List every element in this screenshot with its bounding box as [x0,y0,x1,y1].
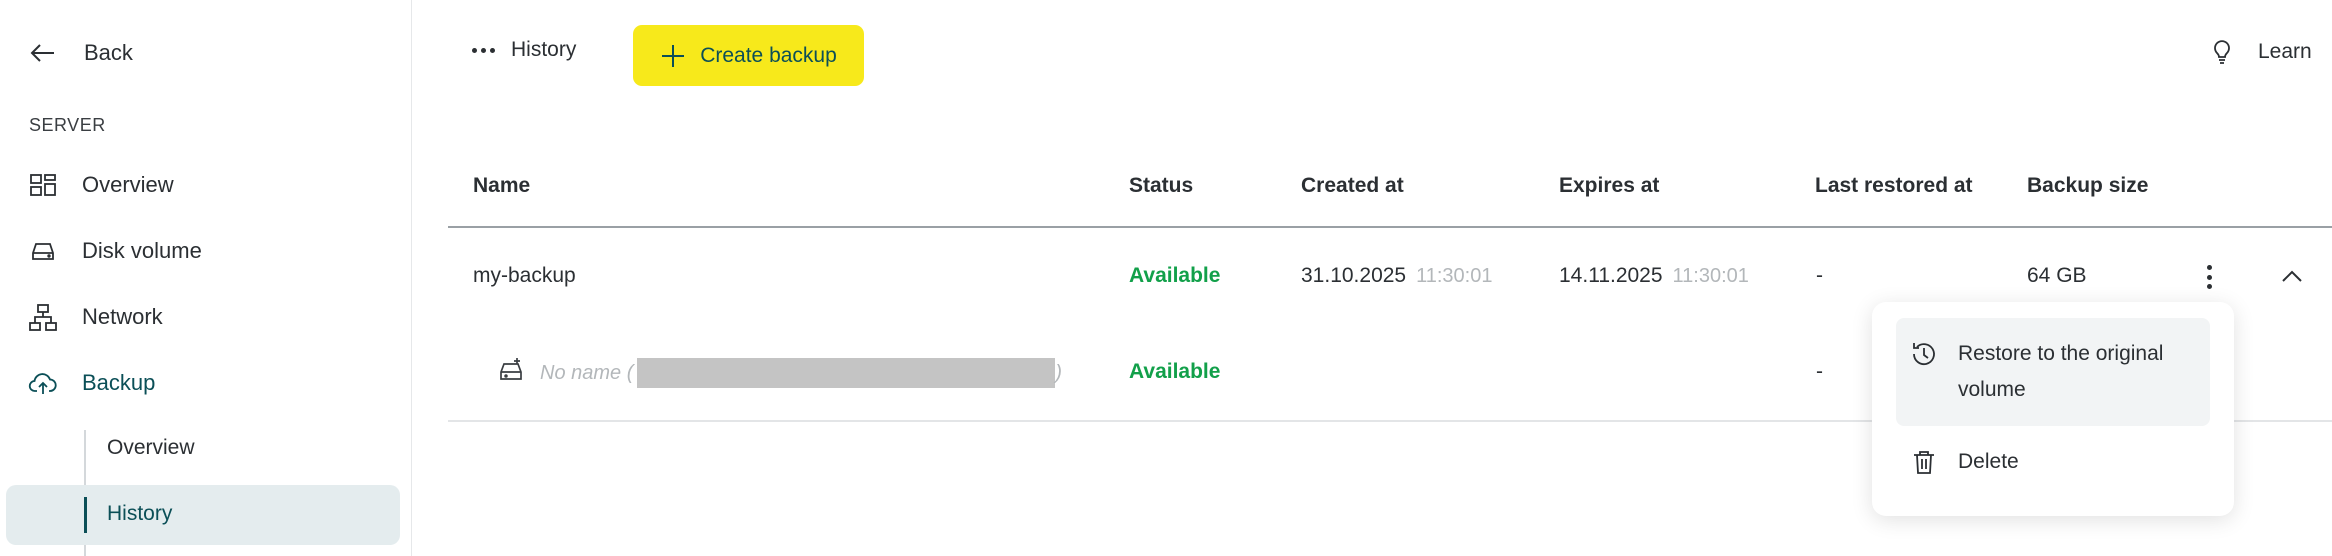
back-label: Back [84,40,133,65]
history-restore-icon [1913,343,1935,366]
backup-size-cell: 64 GB [2027,264,2087,287]
last-restored-cell: - [1816,360,1823,383]
grid-icon [30,174,56,196]
back-button[interactable]: Back [28,38,133,68]
restore-label: Restore to the original volume [1958,336,2163,408]
restore-label-line1: Restore to the original [1958,342,2164,365]
sidebar-subitem-history[interactable]: History [107,502,172,526]
volume-name-tail: ) [1055,361,1063,384]
sidebar: Back SERVER Overview Disk volume Network… [0,0,412,556]
history-label: History [511,38,577,61]
sidebar-item-label: Backup [82,370,156,395]
row-actions-kebab-icon[interactable] [2200,262,2218,292]
volume-drive-icon [500,358,522,380]
column-header-last-restored-at[interactable]: Last restored at [1815,174,1973,198]
menu-item-delete[interactable]: Delete [1910,444,2019,480]
status-badge: Available [1129,360,1221,383]
volume-name: No name () [540,358,1062,388]
active-subitem-indicator [84,497,87,533]
expires-time: 11:30:01 [1672,265,1749,287]
sidebar-item-label: Disk volume [82,238,202,263]
restore-label-line2: volume [1958,378,2026,401]
delete-label: Delete [1958,450,2019,473]
created-time: 11:30:01 [1416,265,1493,287]
plus-icon [662,44,685,67]
network-icon [29,304,57,331]
created-at-cell: 31.10.2025 11:30:01 [1301,264,1492,288]
section-label: SERVER [29,115,106,135]
sidebar-item-backup[interactable]: Backup [28,368,155,398]
last-restored-cell: - [1816,264,1823,287]
sidebar-item-disk-volume[interactable]: Disk volume [28,236,202,266]
lightbulb-icon [2214,40,2230,64]
sidebar-item-label: Network [82,304,163,329]
backup-name: my-backup [473,264,576,287]
more-dots-icon [472,47,495,53]
chevron-up-icon[interactable] [2279,264,2305,290]
active-subitem-highlight [6,485,400,545]
redacted-volume-id [637,358,1056,388]
learn-button[interactable]: Learn [2208,38,2312,66]
expires-date: 14.11.2025 [1559,264,1663,287]
sidebar-subitem-overview[interactable]: Overview [107,436,195,460]
menu-item-restore[interactable]: Restore to the original volume [1896,318,2210,426]
create-backup-button[interactable]: Create backup [633,25,864,86]
column-header-status[interactable]: Status [1129,174,1193,198]
cloud-upload-icon [28,373,57,394]
sidebar-item-overview[interactable]: Overview [28,170,174,200]
table-header-divider [448,226,2332,228]
volume-name-label: No name ( [540,361,634,384]
status-badge: Available [1129,264,1221,287]
column-header-backup-size[interactable]: Backup size [2027,174,2148,198]
sidebar-item-network[interactable]: Network [28,302,163,332]
column-header-created-at[interactable]: Created at [1301,174,1404,198]
history-menu-button[interactable]: History [472,38,576,62]
column-header-name[interactable]: Name [473,174,530,198]
sidebar-item-label: Overview [82,172,174,197]
create-backup-label: Create backup [700,43,837,67]
expires-at-cell: 14.11.2025 11:30:01 [1559,264,1749,288]
row-actions-menu: Restore to the original volume Delete [1872,302,2234,516]
disk-icon [32,243,54,260]
learn-label: Learn [2258,40,2312,63]
column-header-expires-at[interactable]: Expires at [1559,174,1659,198]
created-date: 31.10.2025 [1301,264,1407,287]
arrow-left-icon [30,44,54,62]
trash-icon [1914,451,1934,474]
